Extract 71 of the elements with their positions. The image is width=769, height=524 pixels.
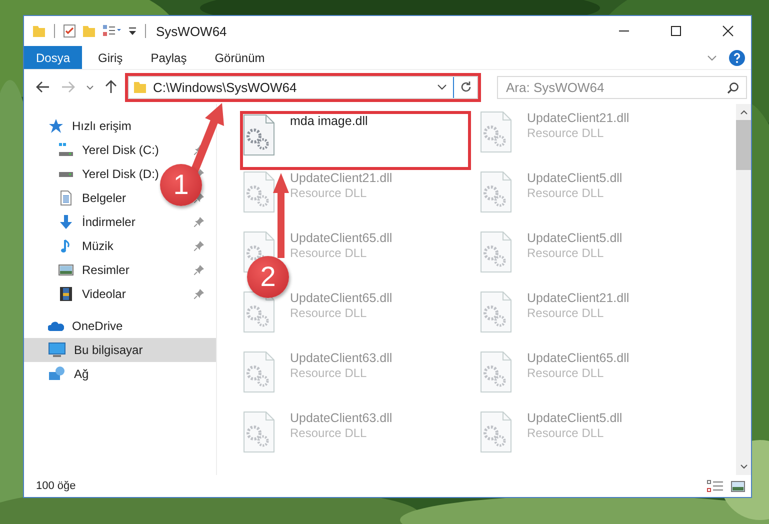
checklist-icon xyxy=(63,24,76,38)
search-icon xyxy=(727,82,739,94)
scroll-thumb[interactable] xyxy=(736,120,751,170)
item-count: 100 öğe xyxy=(36,480,76,492)
window-title: SysWOW64 xyxy=(156,24,227,38)
nav-item[interactable]: Yerel Disk (D:) xyxy=(24,162,163,186)
nav-item[interactable]: Hızlı erişim xyxy=(24,114,136,138)
file-type: Resource DLL xyxy=(290,246,368,260)
pin-icon[interactable] xyxy=(194,217,204,227)
gear-file-icon xyxy=(243,411,275,453)
details-view-icon[interactable] xyxy=(707,480,723,492)
gear-file-icon xyxy=(480,231,512,273)
drive-icon xyxy=(58,142,74,158)
file-type: Resource DLL xyxy=(290,426,368,440)
file-name[interactable]: mda image.dll xyxy=(290,114,368,128)
pin-icon[interactable] xyxy=(194,289,204,299)
help-icon[interactable] xyxy=(729,50,745,66)
folder-icon xyxy=(133,80,147,94)
gear-file-icon xyxy=(243,171,275,213)
scroll-up-icon[interactable] xyxy=(740,110,748,115)
pin-icon[interactable] xyxy=(194,265,204,275)
drive-icon xyxy=(59,172,73,176)
folder-icon xyxy=(32,24,46,38)
gear-file-icon xyxy=(243,351,275,393)
gear-file-icon xyxy=(480,171,512,213)
nav-item[interactable]: İndirmeler xyxy=(24,210,140,234)
file-type: Resource DLL xyxy=(527,126,605,140)
pin-icon[interactable] xyxy=(194,241,204,251)
gear-file-icon xyxy=(480,291,512,333)
nav-item[interactable]: Resimler xyxy=(24,258,134,282)
star-icon xyxy=(48,118,64,134)
nav-item[interactable]: Yerel Disk (C:) xyxy=(24,138,163,162)
properties-icon xyxy=(102,24,122,38)
pictures-icon xyxy=(58,262,74,278)
file-type: Resource DLL xyxy=(290,186,368,200)
gear-file-icon xyxy=(243,291,275,333)
nav-item[interactable]: Ağ xyxy=(24,362,93,386)
file-type: Resource DLL xyxy=(527,246,605,260)
recent-dropdown-icon[interactable] xyxy=(86,84,94,90)
scroll-down-icon[interactable] xyxy=(740,464,748,469)
file-type: Resource DLL xyxy=(290,366,368,380)
network-icon xyxy=(48,366,66,382)
large-icons-view-icon[interactable] xyxy=(731,480,745,492)
gear-file-icon xyxy=(480,111,512,153)
document-icon xyxy=(58,190,74,206)
refresh-icon[interactable] xyxy=(460,81,472,93)
chevron-down-icon[interactable] xyxy=(437,84,447,90)
nav-item[interactable]: OneDrive xyxy=(24,314,127,338)
customize-icon[interactable] xyxy=(128,26,137,36)
annotation-arrow xyxy=(190,103,224,174)
ribbon-tab[interactable]: Dosya xyxy=(24,46,82,69)
download-arrow-icon xyxy=(58,214,74,230)
file-type: Resource DLL xyxy=(527,426,605,440)
monitor-icon xyxy=(48,342,66,358)
nav-item[interactable]: Videolar xyxy=(24,282,130,306)
film-icon xyxy=(58,286,74,302)
gear-file-icon xyxy=(480,411,512,453)
file-type: Resource DLL xyxy=(527,366,605,380)
nav-item[interactable]: Bu bilgisayar xyxy=(24,338,216,362)
file-type: Resource DLL xyxy=(527,306,605,320)
file-type: Resource DLL xyxy=(290,306,368,320)
new-folder-icon xyxy=(82,24,96,38)
nav-item[interactable]: Belgeler xyxy=(24,186,130,210)
back-icon[interactable] xyxy=(36,81,50,93)
gear-file-icon xyxy=(243,114,275,156)
search-field[interactable]: Ara: SysWOW64 xyxy=(497,76,747,98)
file-type: Resource DLL xyxy=(527,186,605,200)
up-icon[interactable] xyxy=(105,80,117,94)
gear-file-icon xyxy=(480,351,512,393)
nav-item[interactable]: Müzik xyxy=(24,234,118,258)
scrollbar[interactable] xyxy=(736,104,751,475)
